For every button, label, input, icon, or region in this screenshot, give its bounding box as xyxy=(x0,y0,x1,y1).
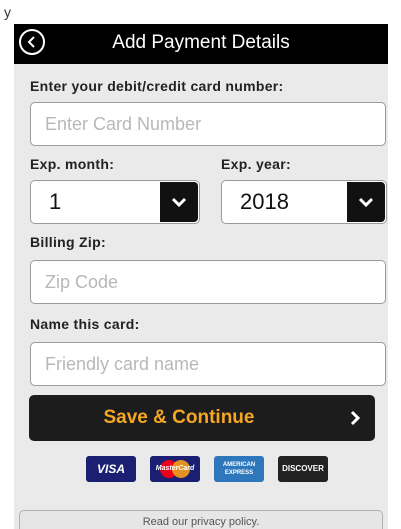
card-name-label: Name this card: xyxy=(30,316,140,332)
app-screen: y Add Payment Details Enter your debit/c… xyxy=(0,0,401,529)
save-continue-label: Save & Continue xyxy=(103,407,255,428)
privacy-policy-link[interactable]: Read our privacy policy. xyxy=(19,510,383,529)
amex-logo-line1: AMERICAN xyxy=(222,462,256,468)
card-name-input[interactable] xyxy=(30,342,386,386)
exp-year-dropdown-button[interactable] xyxy=(347,182,385,222)
chevron-down-icon xyxy=(358,197,374,207)
exp-month-dropdown-button[interactable] xyxy=(160,182,198,222)
exp-month-value: 1 xyxy=(49,189,62,214)
mastercard-logo-text: MasterCard xyxy=(155,465,195,472)
exp-year-select[interactable]: 2018 xyxy=(221,180,387,224)
nav-header: Add Payment Details xyxy=(14,24,388,64)
visa-logo: VISA xyxy=(86,456,136,482)
exp-year-value: 2018 xyxy=(240,189,289,214)
discover-logo: DISCOVER xyxy=(278,456,328,482)
back-button[interactable] xyxy=(19,29,45,55)
mastercard-logo: MasterCard xyxy=(150,456,200,482)
chevron-left-icon xyxy=(27,36,35,48)
exp-year-label: Exp. year: xyxy=(221,156,291,172)
card-number-label: Enter your debit/credit card number: xyxy=(30,78,284,94)
page-title: Add Payment Details xyxy=(112,32,290,53)
accepted-cards: VISA MasterCard AMERICAN EXPRESS DISCOVE… xyxy=(86,456,328,482)
chevron-right-icon xyxy=(349,395,361,441)
chevron-down-icon xyxy=(171,197,187,207)
billing-zip-label: Billing Zip: xyxy=(30,234,106,250)
exp-month-select[interactable]: 1 xyxy=(30,180,200,224)
status-bar-text: y xyxy=(4,4,11,20)
amex-logo-line2: EXPRESS xyxy=(224,470,254,476)
payment-form: Enter your debit/credit card number: Exp… xyxy=(14,64,388,529)
card-number-input[interactable] xyxy=(30,102,386,146)
amex-logo: AMERICAN EXPRESS xyxy=(214,456,264,482)
billing-zip-input[interactable] xyxy=(30,260,386,304)
status-bar: y xyxy=(0,0,401,24)
exp-month-label: Exp. month: xyxy=(30,156,115,172)
save-continue-button[interactable]: Save & Continue xyxy=(29,395,375,441)
